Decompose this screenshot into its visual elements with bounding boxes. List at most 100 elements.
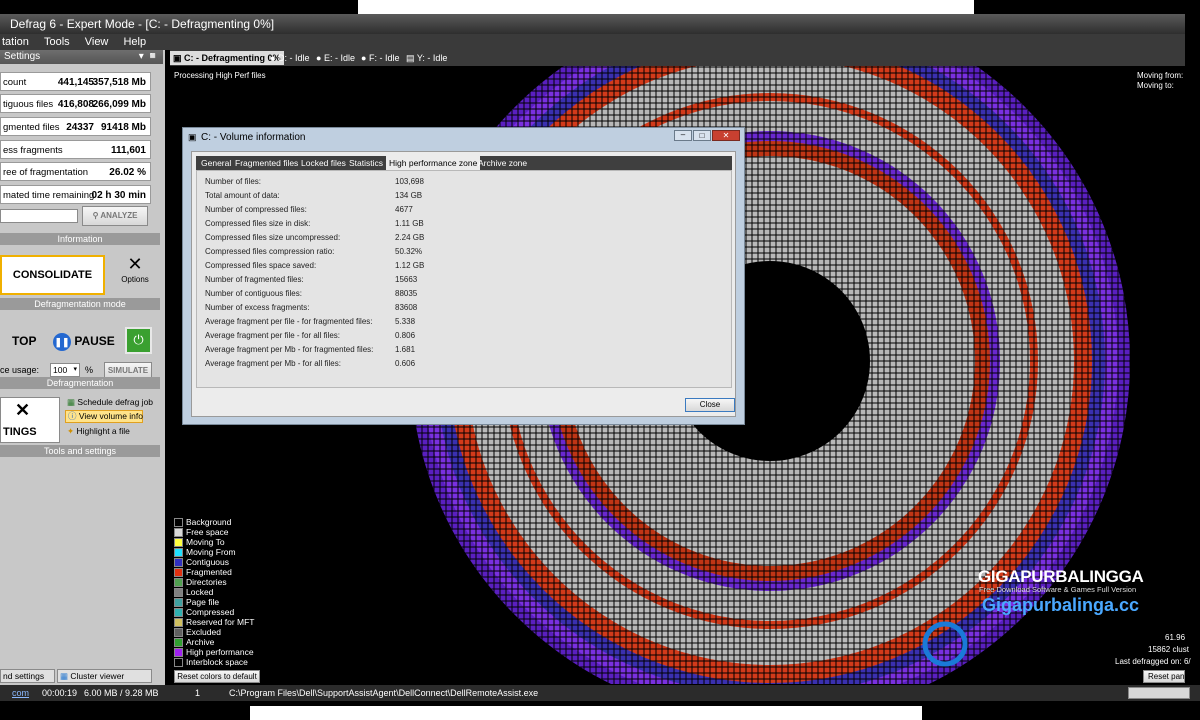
bottom-tab-settings[interactable]: nd settings bbox=[0, 669, 55, 683]
dialog-tab-archive[interactable]: Archive zone bbox=[475, 156, 530, 170]
reset-pan-button[interactable]: Reset pan bbox=[1143, 670, 1185, 683]
zoom-slider[interactable] bbox=[1128, 687, 1190, 699]
tab-drive-d[interactable]: ● D: - Idle bbox=[267, 51, 312, 65]
dialog-close-button[interactable]: Close bbox=[685, 398, 735, 412]
drive-select-input[interactable] bbox=[0, 209, 78, 223]
close-icon: ✕ bbox=[722, 131, 730, 140]
stat-time-remaining: mated time remaining 02 h 30 min bbox=[0, 185, 151, 204]
status-elapsed-time: 00:00:19 bbox=[42, 688, 78, 698]
stat-value-1: 416,808 bbox=[57, 99, 94, 110]
legend-label: High performance bbox=[186, 647, 254, 657]
resource-usage-value: 100 bbox=[53, 365, 68, 375]
swatch bbox=[174, 658, 183, 668]
dialog-tab-fragmented[interactable]: Fragmented files bbox=[232, 156, 301, 170]
dialog-tab-locked[interactable]: Locked files bbox=[298, 156, 349, 170]
legend-label: Moving From bbox=[186, 547, 236, 557]
legend-item: Archive bbox=[174, 637, 214, 648]
menu-item-tools[interactable]: Tools bbox=[44, 36, 70, 48]
stat-contiguous: tiguous files 416,808 266,099 Mb bbox=[0, 94, 151, 113]
reset-pan-label: Reset pan bbox=[1148, 672, 1185, 681]
minimize-button[interactable]: – bbox=[674, 130, 692, 141]
stat-excess-fragments: ess fragments 111,601 bbox=[0, 140, 151, 159]
legend-item: Page file bbox=[174, 597, 219, 608]
bottom-tab-cluster-label: Cluster viewer bbox=[70, 671, 125, 681]
resource-usage-label: ce usage: bbox=[0, 365, 40, 375]
pin-icon[interactable]: ▾ ◽ bbox=[139, 50, 159, 64]
bottom-tab-cluster-viewer[interactable]: ▦ Cluster viewer bbox=[57, 669, 152, 683]
dialog-content: Number of files: 103,698 Total amount of … bbox=[196, 170, 732, 388]
dialog-tab-statistics[interactable]: Statistics bbox=[346, 156, 386, 170]
left-panel-title: Settings bbox=[4, 51, 41, 62]
tab-label: D: - Idle bbox=[277, 53, 310, 63]
highlight-label: Highlight a file bbox=[76, 426, 130, 436]
options-button[interactable]: ✕ Options bbox=[115, 253, 155, 293]
stat-label: ree of fragmentation bbox=[3, 167, 89, 178]
menu-item-0[interactable]: tation bbox=[2, 36, 29, 48]
dialog-tab-high-performance[interactable]: High performance zone bbox=[386, 156, 481, 170]
close-window-button[interactable]: ✕ bbox=[712, 130, 740, 141]
info-row-label: Number of compressed files: bbox=[205, 205, 307, 214]
stat-value: 02 h 30 min bbox=[91, 190, 146, 201]
stat-label: ess fragments bbox=[3, 145, 63, 156]
search-icon: ⚲ bbox=[92, 211, 99, 220]
options-label: Options bbox=[121, 275, 149, 284]
watermark-title: GIGAPURBALINGGA bbox=[978, 567, 1144, 586]
stat-label: gmented files bbox=[3, 122, 60, 133]
legend-label: Free space bbox=[186, 527, 229, 537]
stat-label: count bbox=[3, 77, 27, 88]
pause-button[interactable]: ❚❚ PAUSE bbox=[53, 328, 121, 354]
stat-value: 111,601 bbox=[110, 145, 146, 156]
schedule-defrag-link[interactable]: ▦ Schedule defrag job bbox=[67, 397, 153, 408]
settings-button[interactable]: ✕ TINGS bbox=[0, 397, 60, 443]
window-titlebar: Defrag 6 - Expert Mode - [C: - Defragmen… bbox=[0, 14, 1185, 34]
info-row-label: Number of contiguous files: bbox=[205, 289, 302, 298]
swatch bbox=[174, 578, 183, 588]
watermark-subtitle: Free Download Software & Games Full Vers… bbox=[979, 585, 1137, 594]
pause-label: PAUSE bbox=[74, 334, 115, 348]
info-row-label: Compressed files size uncompressed: bbox=[205, 233, 341, 242]
consolidate-button[interactable]: CONSOLIDATE bbox=[0, 255, 105, 295]
info-row-value: 0.806 bbox=[395, 331, 416, 340]
resource-usage-select[interactable]: 100 ▾ bbox=[50, 363, 80, 377]
chevron-down-icon: ▾ bbox=[73, 366, 77, 373]
legend-label: Directories bbox=[186, 577, 227, 587]
stat-value: 26.02 % bbox=[109, 167, 146, 178]
legend-item: Fragmented bbox=[174, 567, 232, 578]
reset-colors-button[interactable]: Reset colors to default bbox=[174, 670, 260, 683]
dialog-tab-general[interactable]: General bbox=[198, 156, 234, 170]
drive-icon: ● bbox=[316, 53, 322, 63]
info-row-label: Average fragment per Mb - for all files: bbox=[205, 359, 341, 368]
tab-drive-y[interactable]: ▤ Y: - Idle bbox=[403, 51, 450, 65]
tab-label: E: - Idle bbox=[323, 53, 355, 63]
legend-item: Contiguous bbox=[174, 557, 229, 568]
stat-label: mated time remaining bbox=[3, 190, 95, 201]
drive-icon: ▤ bbox=[406, 53, 415, 63]
stop-button[interactable]: TOP bbox=[0, 328, 48, 354]
right-info-3: Last defragged on: 6/ bbox=[1115, 657, 1191, 666]
swatch bbox=[174, 548, 183, 558]
drive-icon: ● bbox=[361, 53, 367, 63]
power-button[interactable]: ⏻ bbox=[125, 327, 152, 354]
dialog-close-label: Close bbox=[699, 400, 721, 409]
legend-label: Reserved for MFT bbox=[186, 617, 255, 627]
view-volume-info-link[interactable]: ⓘ View volume info bbox=[65, 410, 143, 423]
tab-drive-f[interactable]: ● F: - Idle bbox=[358, 51, 402, 65]
tab-drive-e[interactable]: ● E: - Idle bbox=[313, 51, 358, 65]
highlight-file-link[interactable]: ✦ Highlight a file bbox=[67, 426, 130, 437]
stat-fragmented: gmented files 24337 91418 Mb bbox=[0, 117, 151, 136]
legend-item: Moving To bbox=[174, 537, 225, 548]
swatch bbox=[174, 518, 183, 528]
tab-label: Y: - Idle bbox=[416, 53, 448, 63]
info-row-value: 1.11 GB bbox=[395, 219, 424, 228]
info-icon: ⓘ bbox=[68, 411, 77, 421]
menu-item-view[interactable]: View bbox=[85, 36, 109, 48]
maximize-button[interactable]: □ bbox=[693, 130, 711, 141]
swatch bbox=[174, 588, 183, 598]
analyze-button[interactable]: ⚲ ANALYZE bbox=[82, 206, 148, 226]
stat-value-1: 24337 bbox=[66, 122, 94, 133]
info-row-value: 2.24 GB bbox=[395, 233, 425, 242]
status-link[interactable]: com bbox=[12, 685, 29, 701]
right-info-1: 61.96 bbox=[1165, 633, 1186, 642]
menu-item-help[interactable]: Help bbox=[123, 36, 146, 48]
drive-icon: ● bbox=[270, 53, 276, 63]
